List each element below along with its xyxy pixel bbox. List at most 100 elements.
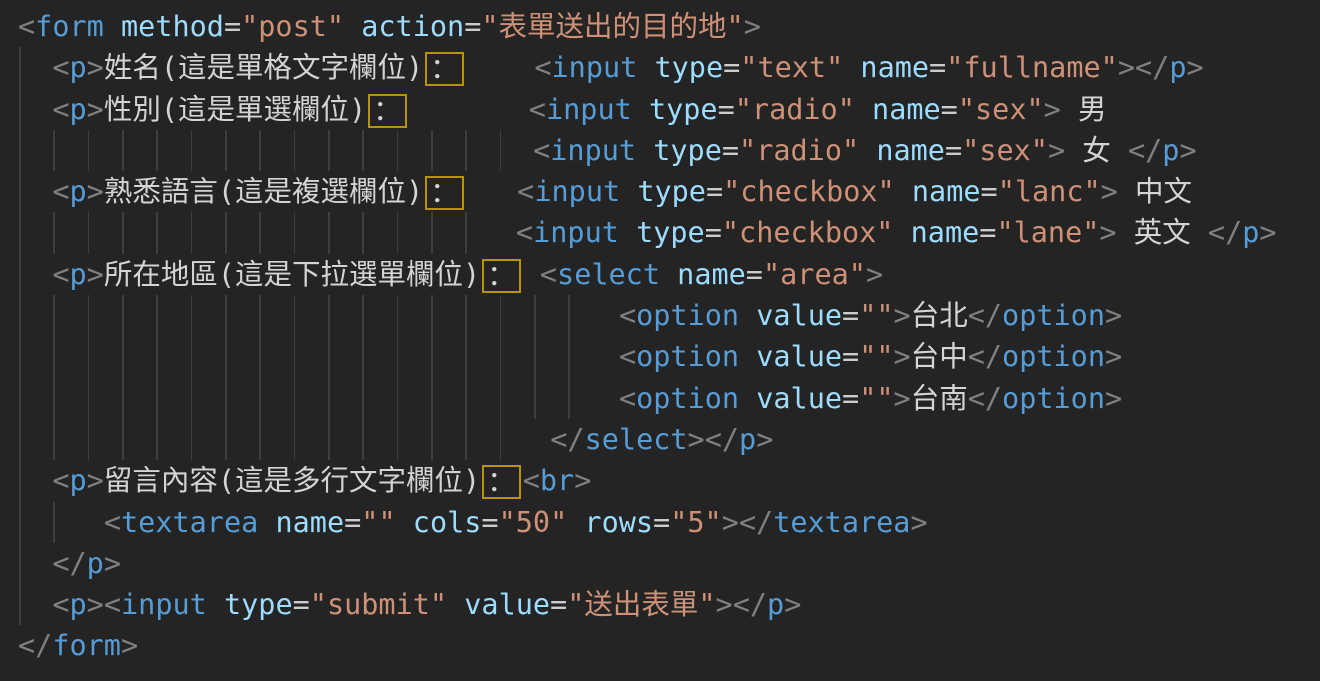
- equals-sign: =: [722, 134, 739, 167]
- indent-guide: [397, 419, 399, 460]
- punctuation: </: [705, 423, 739, 456]
- equals-sign: =: [842, 299, 859, 332]
- indent-guide: [225, 130, 227, 171]
- indent-guide: [156, 378, 158, 419]
- code-line-16[interactable]: </form>: [0, 625, 1320, 666]
- punctuation: >: [121, 629, 138, 662]
- indent-guide: [88, 336, 90, 377]
- text-content: 台中: [911, 340, 968, 373]
- text-content: [739, 340, 756, 373]
- equals-sign: =: [705, 216, 722, 249]
- indent-guide: [294, 336, 296, 377]
- indent-guide: [53, 336, 55, 377]
- code-text: <p>所在地區(這是下拉選單欄位)： <select name="area">: [52, 254, 883, 295]
- code-line-2[interactable]: <p>姓名(這是單格文字欄位)： <input type="text" name…: [0, 47, 1320, 88]
- code-line-4[interactable]: <input type="radio" name="sex"> 女 </p>: [0, 130, 1320, 171]
- code-line-11[interactable]: </select></p>: [0, 419, 1320, 460]
- code-line-9[interactable]: <option value="">台中</option>: [0, 336, 1320, 377]
- punctuation: <: [52, 258, 69, 291]
- punctuation: <: [52, 464, 69, 497]
- punctuation: </: [1208, 216, 1242, 249]
- punctuation: >: [1259, 216, 1276, 249]
- code-text: <option value="">台北</option>: [619, 295, 1122, 336]
- punctuation: >: [866, 258, 883, 291]
- indent-guide: [53, 212, 55, 253]
- text-content: [567, 506, 584, 539]
- attribute-name: type: [637, 175, 706, 208]
- indent-guide: [465, 336, 467, 377]
- text-content: [859, 134, 876, 167]
- indent-guide: [362, 295, 364, 336]
- code-line-3[interactable]: <p>性別(這是單選欄位)： <input type="radio" name=…: [0, 89, 1320, 130]
- tag-name: option: [1002, 299, 1105, 332]
- indent-guide: [225, 212, 227, 253]
- string-value: "checkbox": [723, 175, 895, 208]
- code-line-1[interactable]: <form method="post" action="表單送出的目的地">: [0, 6, 1320, 47]
- indent-guide: [122, 419, 124, 460]
- text-content: 性別(這是單選欄位): [104, 93, 366, 126]
- code-line-13[interactable]: <textarea name="" cols="50" rows="5"></t…: [0, 502, 1320, 543]
- code-line-5[interactable]: <p>熟悉語言(這是複選欄位)： <input type="checkbox" …: [0, 171, 1320, 212]
- punctuation: >: [688, 423, 705, 456]
- equals-sign: =: [293, 588, 310, 621]
- attribute-name: method: [121, 10, 224, 43]
- string-value: "radio": [739, 134, 859, 167]
- punctuation: >: [1179, 134, 1196, 167]
- string-value: "50": [499, 506, 568, 539]
- attribute-name: type: [649, 93, 718, 126]
- punctuation: >: [87, 258, 104, 291]
- code-line-8[interactable]: <option value="">台北</option>: [0, 295, 1320, 336]
- punctuation: <: [52, 175, 69, 208]
- tag-name: input: [550, 134, 636, 167]
- indent-guide: [328, 130, 330, 171]
- indent-guide: [19, 378, 21, 419]
- code-line-14[interactable]: </p>: [0, 543, 1320, 584]
- punctuation: <: [540, 258, 557, 291]
- punctuation: >: [87, 175, 104, 208]
- indent-guide: [19, 419, 21, 460]
- punctuation: <: [619, 340, 636, 373]
- indent-guide: [88, 130, 90, 171]
- code-line-6[interactable]: <input type="checkbox" name="lane"> 英文 <…: [0, 212, 1320, 253]
- attribute-name: value: [756, 299, 842, 332]
- indent-guide: [88, 419, 90, 460]
- indent-guide: [191, 378, 193, 419]
- code-text: <input type="radio" name="sex"> 女 </p>: [533, 130, 1197, 171]
- text-content: [620, 175, 637, 208]
- code-editor[interactable]: <form method="post" action="表單送出的目的地"><p…: [0, 0, 1320, 681]
- code-line-10[interactable]: <option value="">台南</option>: [0, 378, 1320, 419]
- punctuation: >: [574, 464, 591, 497]
- code-text: <p>留言內容(這是多行文字欄位)：<br>: [52, 460, 591, 501]
- indent-guide: [259, 419, 261, 460]
- indent-guide: [156, 212, 158, 253]
- punctuation: >: [1105, 340, 1122, 373]
- tag-name: br: [540, 464, 574, 497]
- punctuation: >: [894, 382, 911, 415]
- indent-guide: [328, 212, 330, 253]
- code-line-12[interactable]: <p>留言內容(這是多行文字欄位)：<br>: [0, 460, 1320, 501]
- indent-guide: [431, 130, 433, 171]
- tag-name: option: [636, 299, 739, 332]
- punctuation: <: [529, 93, 546, 126]
- indent-guide: [19, 130, 21, 171]
- punctuation: <: [104, 588, 121, 621]
- indent-guide: [397, 336, 399, 377]
- indent-guide: [362, 419, 364, 460]
- code-line-15[interactable]: <p><input type="submit" value="送出表單"></p…: [0, 584, 1320, 625]
- indent-guide: [568, 378, 570, 419]
- indent-guide: [500, 130, 502, 171]
- ambiguous-unicode-colon: ：: [425, 176, 464, 210]
- attribute-name: name: [876, 134, 945, 167]
- indent-guide: [465, 295, 467, 336]
- indent-guide: [156, 336, 158, 377]
- tag-name: form: [52, 629, 121, 662]
- string-value: "sex": [962, 134, 1048, 167]
- indent-guide: [500, 336, 502, 377]
- indent-guide: [362, 378, 364, 419]
- code-line-7[interactable]: <p>所在地區(這是下拉選單欄位)： <select name="area">: [0, 254, 1320, 295]
- text-content: 男: [1061, 93, 1107, 126]
- text-content: [843, 51, 860, 84]
- text-content: [637, 51, 654, 84]
- string-value: "submit": [310, 588, 447, 621]
- text-content: [636, 134, 653, 167]
